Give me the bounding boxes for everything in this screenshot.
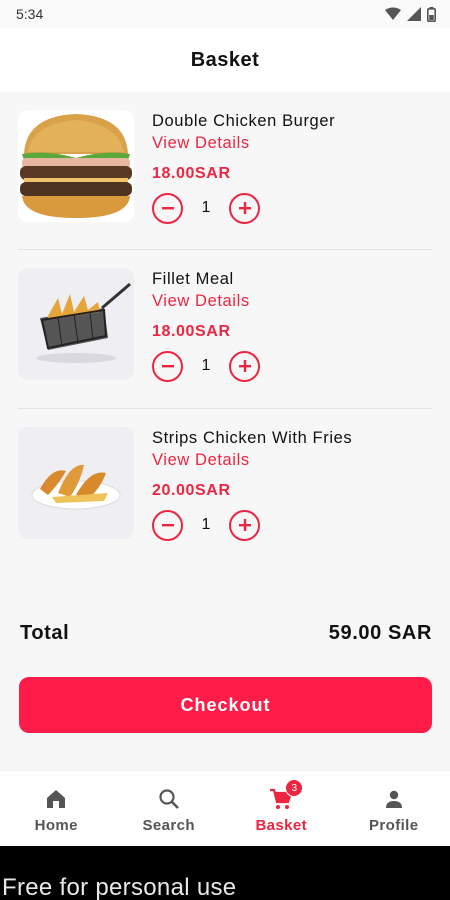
increase-button[interactable] — [229, 350, 260, 382]
status-icons — [385, 6, 436, 22]
nav-label: Profile — [369, 817, 419, 834]
basket-item: Double Chicken Burger View Details 18.00… — [18, 92, 432, 250]
minus-icon — [161, 365, 174, 368]
burger-image — [18, 110, 134, 222]
item-price: 18.00SAR — [152, 165, 231, 182]
decrease-button[interactable] — [152, 509, 183, 541]
cart-icon: 3 — [269, 779, 304, 811]
cart-badge: 3 — [285, 779, 304, 797]
item-price: 20.00SAR — [152, 482, 231, 499]
checkout-button[interactable]: Checkout — [19, 677, 432, 733]
signal-icon — [407, 7, 421, 21]
minus-icon — [161, 524, 174, 527]
minus-icon — [161, 207, 174, 210]
chicken-strips-image — [18, 427, 134, 539]
view-details-link[interactable]: View Details — [152, 134, 250, 153]
decrease-button[interactable] — [152, 350, 183, 382]
fries-basket-image — [18, 268, 134, 380]
basket-item: Strips Chicken With Fries View Details 2… — [18, 409, 432, 567]
basket-list: Double Chicken Burger View Details 18.00… — [0, 92, 450, 770]
status-time: 5:34 — [16, 6, 44, 22]
quantity-stepper: 1 — [152, 192, 260, 224]
view-details-link[interactable]: View Details — [152, 292, 250, 311]
total-value: 59.00 SAR — [328, 622, 432, 644]
nav-label: Search — [142, 817, 195, 834]
plus-icon — [238, 360, 251, 372]
quantity-value: 1 — [201, 199, 211, 216]
search-icon — [157, 787, 181, 811]
nav-item-profile[interactable]: Profile — [338, 771, 450, 846]
item-name: Double Chicken Burger — [152, 112, 336, 130]
quantity-stepper: 1 — [152, 509, 260, 541]
battery-icon — [427, 6, 436, 22]
wifi-icon — [385, 7, 401, 20]
increase-button[interactable] — [229, 192, 260, 224]
item-name: Strips Chicken With Fries — [152, 429, 353, 447]
item-price: 18.00SAR — [152, 323, 231, 340]
nav-label: Basket — [255, 817, 308, 834]
footer-watermark: Free for personal use — [0, 846, 450, 900]
total-row: Total 59.00 SAR — [20, 622, 432, 645]
quantity-stepper: 1 — [152, 350, 260, 382]
plus-icon — [238, 519, 251, 531]
decrease-button[interactable] — [152, 192, 183, 224]
increase-button[interactable] — [229, 509, 260, 541]
home-icon — [44, 787, 68, 811]
nav-label: Home — [34, 817, 78, 834]
app-header: Basket — [0, 28, 450, 92]
bottom-nav: Home Search 3 Basket Profile — [0, 770, 450, 846]
page-title: Basket — [190, 48, 260, 71]
basket-item: Fillet Meal View Details 18.00SAR 1 — [18, 250, 432, 408]
quantity-value: 1 — [201, 516, 211, 533]
total-label: Total — [20, 622, 70, 644]
quantity-value: 1 — [201, 357, 211, 374]
person-icon — [382, 787, 406, 811]
nav-item-home[interactable]: Home — [0, 771, 113, 846]
item-name: Fillet Meal — [152, 270, 234, 288]
status-bar: 5:34 — [0, 0, 450, 28]
view-details-link[interactable]: View Details — [152, 451, 250, 470]
nav-item-search[interactable]: Search — [113, 771, 226, 846]
plus-icon — [238, 202, 251, 214]
nav-item-basket[interactable]: 3 Basket — [225, 771, 338, 846]
